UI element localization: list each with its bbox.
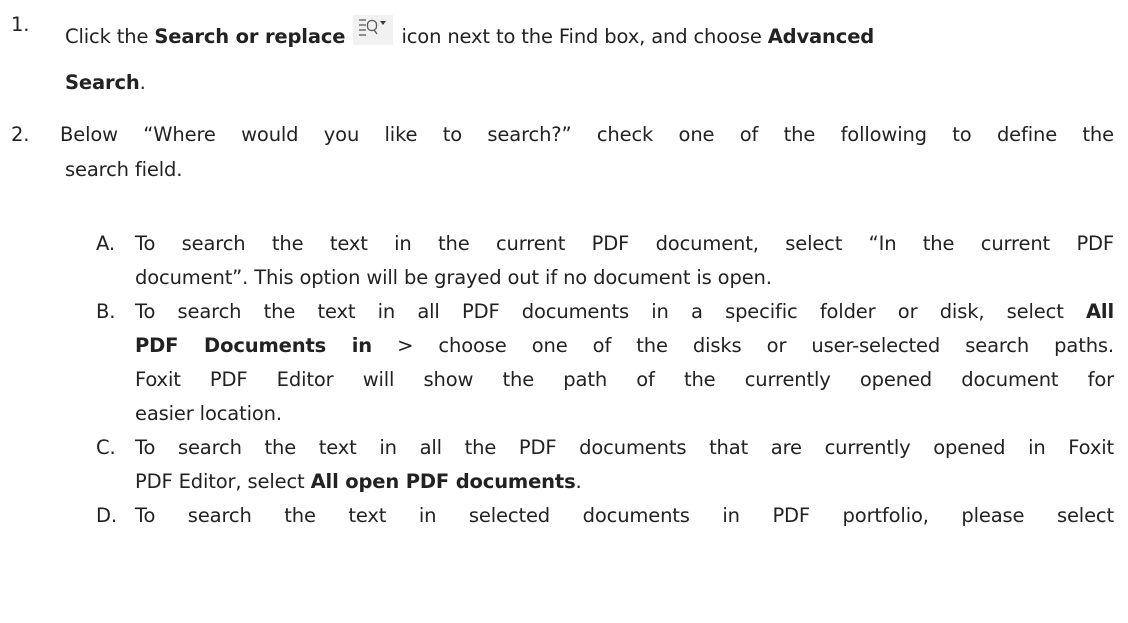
step-1-end: . (139, 71, 146, 94)
option-b-letter: B. (96, 300, 116, 323)
step-1-bold-advanced: Advanced (767, 25, 875, 48)
option-b-line-2-bold: PDF Documents in (135, 334, 373, 357)
option-c-line-2-bold: All open PDF documents (310, 470, 576, 493)
option-c-line-2-pre: PDF Editor, select (135, 470, 311, 493)
option-b-line-1-text: To search the text in all PDF documents … (135, 300, 1086, 323)
option-b-line-2-text: > choose one of the disks or user-select… (372, 334, 1114, 357)
step-1-text-line2: Search. (65, 73, 146, 93)
step-2-line-1: Below “Where would you like to search?” … (60, 123, 1114, 146)
option-b-line-1: To search the text in all PDF documents … (135, 302, 1114, 322)
option-c-letter: C. (96, 436, 116, 459)
option-b-line-3: Foxit PDF Editor will show the path of t… (135, 368, 1114, 391)
step-1-text: Click the Search or replace icon next to… (65, 15, 874, 47)
option-d-line-1: To search the text in selected documents… (135, 504, 1114, 527)
step-1-bold-search-or-replace: Search or replace (154, 25, 346, 48)
step-1-bold-search: Search (65, 71, 140, 94)
option-c-line-2-end: . (575, 470, 582, 493)
option-d-letter: D. (96, 504, 117, 527)
option-b-line-4: easier location. (135, 402, 282, 425)
step-1-mid: icon next to the Find box, and choose (395, 25, 768, 48)
step-1-pre: Click the (65, 25, 155, 48)
option-b-line-2: PDF Documents in > choose one of the dis… (135, 336, 1114, 356)
option-a-line-2: document”. This option will be grayed ou… (135, 266, 772, 289)
step-2-number: 2. (11, 123, 30, 146)
option-c-line-2: PDF Editor, select All open PDF document… (135, 472, 582, 492)
option-a-letter: A. (96, 232, 115, 255)
option-a-line-1: To search the text in the current PDF do… (135, 232, 1114, 255)
step-1-number: 1. (11, 13, 30, 36)
step-2-line-2: search field. (65, 158, 183, 181)
option-c-line-1: To search the text in all the PDF docume… (135, 436, 1114, 459)
option-b-line-1-bold: All (1085, 300, 1114, 323)
search-list-dropdown-icon (353, 15, 394, 45)
